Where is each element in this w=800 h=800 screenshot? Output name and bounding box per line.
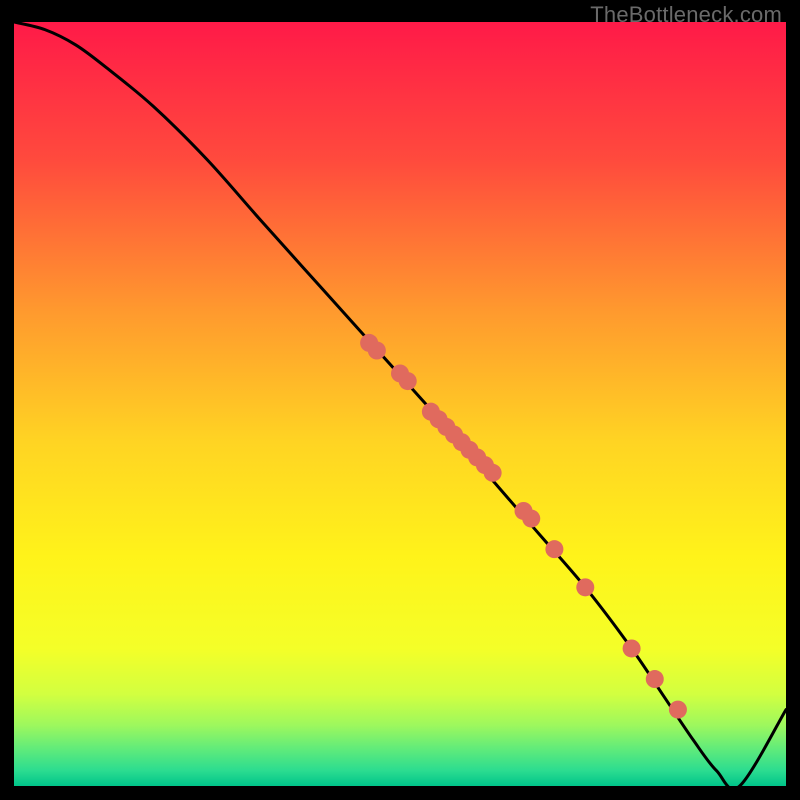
watermark-label: TheBottleneck.com bbox=[590, 2, 782, 28]
highlight-point bbox=[646, 670, 664, 688]
highlight-point bbox=[484, 464, 502, 482]
highlight-point bbox=[623, 639, 641, 657]
chart-svg bbox=[14, 22, 786, 786]
highlight-point bbox=[669, 701, 687, 719]
chart-background-gradient bbox=[14, 22, 786, 786]
chart-frame bbox=[14, 22, 786, 786]
highlight-point bbox=[522, 510, 540, 528]
highlight-point bbox=[576, 578, 594, 596]
highlight-point bbox=[545, 540, 563, 558]
highlight-point bbox=[399, 372, 417, 390]
highlight-point bbox=[368, 342, 386, 360]
